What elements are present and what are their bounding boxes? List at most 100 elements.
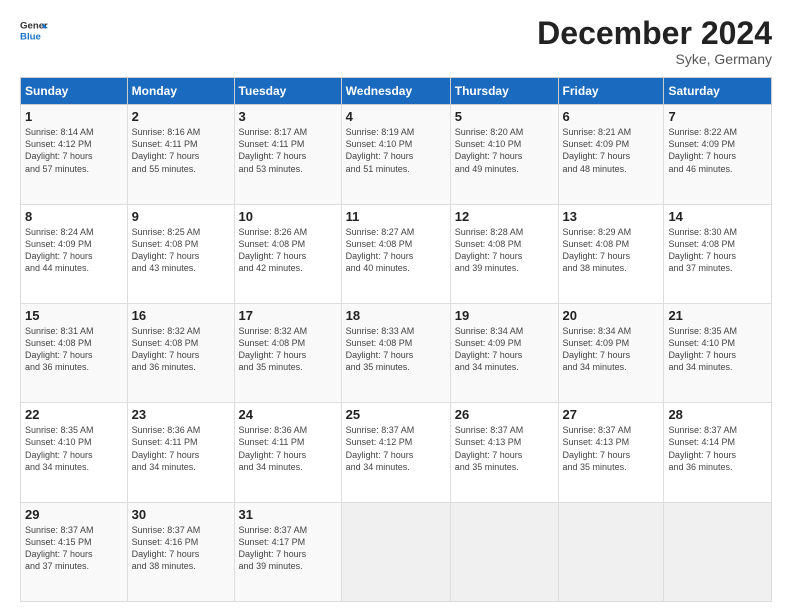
day-cell-23: 23Sunrise: 8:36 AMSunset: 4:11 PMDayligh…: [127, 403, 234, 502]
day-info: Sunrise: 8:33 AMSunset: 4:08 PMDaylight:…: [346, 326, 415, 372]
empty-cell: [341, 502, 450, 601]
day-info: Sunrise: 8:22 AMSunset: 4:09 PMDaylight:…: [668, 127, 737, 173]
day-info: Sunrise: 8:28 AMSunset: 4:08 PMDaylight:…: [455, 227, 524, 273]
day-header-thursday: Thursday: [450, 78, 558, 105]
day-number: 25: [346, 407, 446, 422]
empty-cell: [450, 502, 558, 601]
day-number: 13: [563, 209, 660, 224]
day-cell-26: 26 Sunrise: 8:37 AMSunset: 4:13 PMDayligh…: [450, 403, 558, 502]
day-cell-3: 3 Sunrise: 8:17 AMSunset: 4:11 PMDaylight…: [234, 105, 341, 204]
day-info: Sunrise: 8:29 AMSunset: 4:08 PMDaylight:…: [563, 227, 632, 273]
day-number: 24: [239, 407, 337, 422]
day-number: 15: [25, 308, 123, 323]
day-cell-31: 31 Sunrise: 8:37 AMSunset: 4:17 PMDayligh…: [234, 502, 341, 601]
day-info: Sunrise: 8:24 AMSunset: 4:09 PMDaylight:…: [25, 227, 94, 273]
day-number: 27: [563, 407, 660, 422]
calendar-week-1: 1 Sunrise: 8:14 AMSunset: 4:12 PMDaylight…: [21, 105, 772, 204]
day-number: 19: [455, 308, 554, 323]
day-info: Sunrise: 8:14 AMSunset: 4:12 PMDaylight:…: [25, 127, 94, 173]
calendar-week-5: 29Sunrise: 8:37 AMSunset: 4:15 PMDayligh…: [21, 502, 772, 601]
day-info: Sunrise: 8:32 AMSunset: 4:08 PMDaylight:…: [239, 326, 308, 372]
day-info: Sunrise: 8:31 AMSunset: 4:08 PMDaylight:…: [25, 326, 94, 372]
day-number: 20: [563, 308, 660, 323]
day-number: 17: [239, 308, 337, 323]
day-cell-15: 15 Sunrise: 8:31 AMSunset: 4:08 PMDayligh…: [21, 303, 128, 402]
day-info: Sunrise: 8:17 AMSunset: 4:11 PMDaylight:…: [239, 127, 308, 173]
title-block: December 2024 Syke, Germany: [537, 16, 772, 67]
day-number: 1: [25, 109, 123, 124]
day-cell-5: 5Sunrise: 8:20 AMSunset: 4:10 PMDaylight…: [450, 105, 558, 204]
day-header-friday: Friday: [558, 78, 664, 105]
day-number: 14: [668, 209, 767, 224]
day-number: 16: [132, 308, 230, 323]
day-cell-20: 20 Sunrise: 8:34 AMSunset: 4:09 PMDayligh…: [558, 303, 664, 402]
day-cell-11: 11Sunrise: 8:27 AMSunset: 4:08 PMDayligh…: [341, 204, 450, 303]
day-header-tuesday: Tuesday: [234, 78, 341, 105]
day-number: 11: [346, 209, 446, 224]
svg-text:Blue: Blue: [20, 32, 41, 43]
day-number: 7: [668, 109, 767, 124]
day-info: Sunrise: 8:36 AMSunset: 4:11 PMDaylight:…: [239, 425, 308, 471]
calendar-page: General Blue December 2024 Syke, Germany…: [0, 0, 792, 612]
day-number: 18: [346, 308, 446, 323]
calendar-week-2: 8 Sunrise: 8:24 AMSunset: 4:09 PMDaylight…: [21, 204, 772, 303]
day-number: 4: [346, 109, 446, 124]
day-number: 26: [455, 407, 554, 422]
day-info: Sunrise: 8:35 AMSunset: 4:10 PMDaylight:…: [25, 425, 94, 471]
day-cell-17: 17 Sunrise: 8:32 AMSunset: 4:08 PMDayligh…: [234, 303, 341, 402]
day-info: Sunrise: 8:37 AMSunset: 4:14 PMDaylight:…: [668, 425, 737, 471]
day-info: Sunrise: 8:21 AMSunset: 4:09 PMDaylight:…: [563, 127, 632, 173]
day-number: 9: [132, 209, 230, 224]
day-cell-19: 19 Sunrise: 8:34 AMSunset: 4:09 PMDayligh…: [450, 303, 558, 402]
day-header-wednesday: Wednesday: [341, 78, 450, 105]
empty-cell: [664, 502, 772, 601]
day-cell-12: 12 Sunrise: 8:28 AMSunset: 4:08 PMDayligh…: [450, 204, 558, 303]
day-info: Sunrise: 8:37 AMSunset: 4:13 PMDaylight:…: [563, 425, 632, 471]
day-number: 3: [239, 109, 337, 124]
day-cell-16: 16Sunrise: 8:32 AMSunset: 4:08 PMDayligh…: [127, 303, 234, 402]
day-info: Sunrise: 8:16 AMSunset: 4:11 PMDaylight:…: [132, 127, 201, 173]
day-number: 8: [25, 209, 123, 224]
day-info: Sunrise: 8:34 AMSunset: 4:09 PMDaylight:…: [455, 326, 524, 372]
calendar-week-4: 22Sunrise: 8:35 AMSunset: 4:10 PMDayligh…: [21, 403, 772, 502]
day-number: 21: [668, 308, 767, 323]
day-header-saturday: Saturday: [664, 78, 772, 105]
day-number: 5: [455, 109, 554, 124]
day-number: 6: [563, 109, 660, 124]
day-number: 31: [239, 507, 337, 522]
header: General Blue December 2024 Syke, Germany: [20, 16, 772, 67]
day-header-sunday: Sunday: [21, 78, 128, 105]
day-cell-13: 13 Sunrise: 8:29 AMSunset: 4:08 PMDayligh…: [558, 204, 664, 303]
day-cell-4: 4Sunrise: 8:19 AMSunset: 4:10 PMDaylight…: [341, 105, 450, 204]
day-cell-14: 14 Sunrise: 8:30 AMSunset: 4:08 PMDayligh…: [664, 204, 772, 303]
day-cell-24: 24 Sunrise: 8:36 AMSunset: 4:11 PMDayligh…: [234, 403, 341, 502]
day-info: Sunrise: 8:37 AMSunset: 4:16 PMDaylight:…: [132, 525, 201, 571]
day-cell-27: 27 Sunrise: 8:37 AMSunset: 4:13 PMDayligh…: [558, 403, 664, 502]
month-title: December 2024: [537, 16, 772, 51]
day-cell-22: 22Sunrise: 8:35 AMSunset: 4:10 PMDayligh…: [21, 403, 128, 502]
day-info: Sunrise: 8:26 AMSunset: 4:08 PMDaylight:…: [239, 227, 308, 273]
day-info: Sunrise: 8:37 AMSunset: 4:15 PMDaylight:…: [25, 525, 94, 571]
day-number: 12: [455, 209, 554, 224]
day-info: Sunrise: 8:35 AMSunset: 4:10 PMDaylight:…: [668, 326, 737, 372]
empty-cell: [558, 502, 664, 601]
day-cell-30: 30 Sunrise: 8:37 AMSunset: 4:16 PMDayligh…: [127, 502, 234, 601]
day-cell-7: 7 Sunrise: 8:22 AMSunset: 4:09 PMDaylight…: [664, 105, 772, 204]
location: Syke, Germany: [537, 51, 772, 67]
day-header-monday: Monday: [127, 78, 234, 105]
day-info: Sunrise: 8:37 AMSunset: 4:13 PMDaylight:…: [455, 425, 524, 471]
day-number: 28: [668, 407, 767, 422]
logo: General Blue: [20, 16, 48, 44]
day-cell-6: 6 Sunrise: 8:21 AMSunset: 4:09 PMDaylight…: [558, 105, 664, 204]
day-cell-29: 29Sunrise: 8:37 AMSunset: 4:15 PMDayligh…: [21, 502, 128, 601]
day-info: Sunrise: 8:34 AMSunset: 4:09 PMDaylight:…: [563, 326, 632, 372]
day-number: 23: [132, 407, 230, 422]
day-info: Sunrise: 8:30 AMSunset: 4:08 PMDaylight:…: [668, 227, 737, 273]
day-cell-10: 10Sunrise: 8:26 AMSunset: 4:08 PMDayligh…: [234, 204, 341, 303]
day-info: Sunrise: 8:37 AMSunset: 4:17 PMDaylight:…: [239, 525, 308, 571]
day-info: Sunrise: 8:25 AMSunset: 4:08 PMDaylight:…: [132, 227, 201, 273]
day-number: 2: [132, 109, 230, 124]
day-number: 30: [132, 507, 230, 522]
day-cell-25: 25Sunrise: 8:37 AMSunset: 4:12 PMDayligh…: [341, 403, 450, 502]
day-cell-2: 2 Sunrise: 8:16 AMSunset: 4:11 PMDaylight…: [127, 105, 234, 204]
